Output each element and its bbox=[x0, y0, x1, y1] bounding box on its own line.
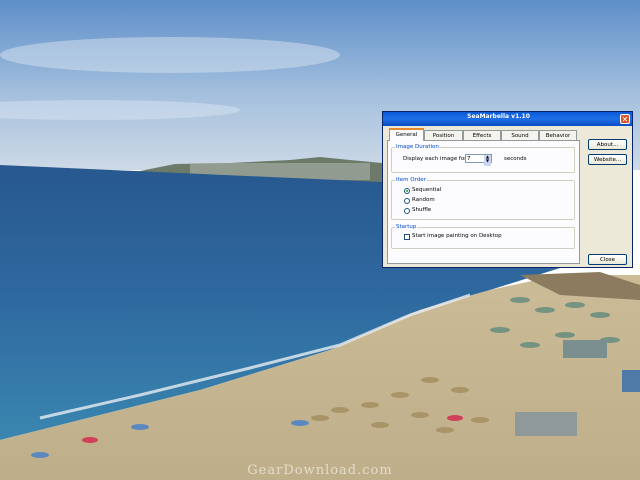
tab-position[interactable]: Position bbox=[424, 130, 463, 140]
radio-random[interactable] bbox=[404, 198, 410, 204]
watermark: GearDownload.com bbox=[247, 463, 393, 478]
radio-random-label: Random bbox=[412, 197, 435, 203]
settings-dialog: SeaMarbella v1.10 ✕ General Position Eff… bbox=[382, 111, 633, 268]
start-painting-label: Start image painting on Desktop bbox=[412, 233, 502, 239]
start-painting-checkbox[interactable] bbox=[404, 234, 410, 240]
startup-title: Startup bbox=[395, 224, 418, 230]
duration-stepper[interactable]: 7 ▲ ▼ bbox=[465, 154, 492, 166]
title-bar[interactable]: SeaMarbella v1.10 ✕ bbox=[383, 112, 632, 126]
radio-sequential[interactable] bbox=[404, 188, 410, 194]
radio-shuffle[interactable] bbox=[404, 208, 410, 214]
about-button[interactable]: About... bbox=[588, 139, 627, 150]
item-order-title: Item Order bbox=[395, 177, 427, 183]
image-duration-title: Image Duration bbox=[395, 144, 440, 150]
close-icon[interactable]: ✕ bbox=[620, 114, 630, 124]
display-duration-label: Display each image for bbox=[403, 156, 467, 162]
tab-behavior[interactable]: Behavior bbox=[539, 130, 577, 140]
duration-value: 7 bbox=[467, 156, 471, 162]
tab-sound[interactable]: Sound bbox=[501, 130, 539, 140]
website-button[interactable]: Website... bbox=[588, 154, 627, 165]
close-button[interactable]: Close bbox=[588, 254, 627, 265]
dialog-title: SeaMarbella v1.10 bbox=[467, 113, 530, 120]
tab-general[interactable]: General bbox=[389, 128, 424, 141]
spin-down-icon[interactable]: ▼ bbox=[484, 159, 491, 166]
duration-unit: seconds bbox=[504, 156, 527, 162]
tab-effects[interactable]: Effects bbox=[463, 130, 501, 140]
radio-sequential-label: Sequential bbox=[412, 187, 442, 193]
radio-shuffle-label: Shuffle bbox=[412, 207, 432, 213]
